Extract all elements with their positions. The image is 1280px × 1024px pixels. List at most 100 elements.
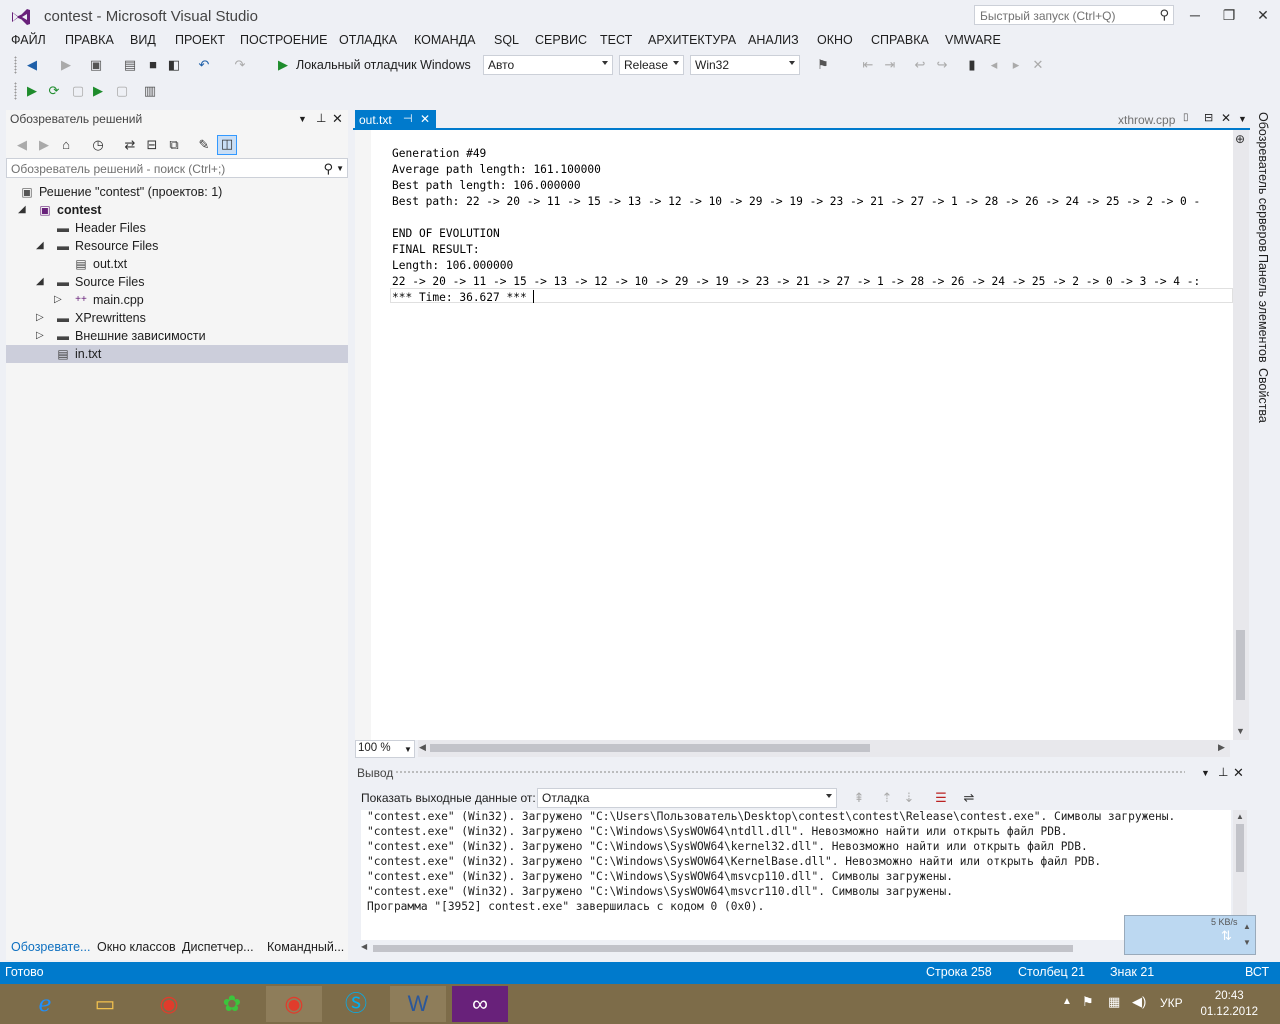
prev-bookmark-icon[interactable]: ◂	[986, 57, 1002, 73]
run-icon[interactable]: ▶	[90, 83, 106, 99]
menu-analyze[interactable]: АНАЛИЗ	[748, 33, 799, 47]
menu-help[interactable]: СПРАВКА	[871, 33, 929, 47]
rebuild-icon[interactable]: ⟳	[46, 83, 62, 99]
menu-sql[interactable]: SQL	[494, 33, 519, 47]
tree-item-external-deps[interactable]: ▷ ▬ Внешние зависимости	[6, 327, 348, 345]
expand-arrow-icon[interactable]: ◢	[36, 276, 44, 287]
file-explorer-icon[interactable]: ▭	[77, 986, 133, 1022]
menu-view[interactable]: ВИД	[130, 33, 156, 47]
word-wrap-icon[interactable]: ⇌	[961, 790, 977, 806]
scroll-left-icon[interactable]: ◀	[361, 942, 367, 951]
collapsed-arrow-icon[interactable]: ▷	[54, 294, 62, 305]
menu-edit[interactable]: ПРАВКА	[65, 33, 114, 47]
close-icon[interactable]: ✕	[332, 111, 343, 127]
menu-project[interactable]: ПРОЕКТ	[175, 33, 225, 47]
tab-team-explorer[interactable]: Командный...	[267, 940, 344, 954]
configuration-combo[interactable]: Release	[619, 55, 684, 75]
collapse-all-icon[interactable]: ⊟	[144, 137, 160, 153]
history-icon[interactable]: ◷	[90, 137, 106, 153]
cancel-build-icon[interactable]: ▢	[114, 83, 130, 99]
tab-xthrow-cpp[interactable]: xthrow.cpp	[1118, 113, 1175, 127]
tab-toolbox[interactable]: Панель элементов	[1256, 254, 1270, 363]
pin-icon[interactable]: ⊥	[316, 111, 326, 125]
debugger-button[interactable]: Локальный отладчик Windows	[296, 58, 471, 72]
tree-item-header-files[interactable]: ▬ Header Files	[6, 219, 348, 237]
properties-icon[interactable]: ✎	[196, 137, 212, 153]
close-window-button[interactable]: ✕	[1248, 4, 1278, 26]
next-bookmark-icon[interactable]: ▸	[1008, 57, 1024, 73]
solution-search-input[interactable]: Обозреватель решений - поиск (Ctrl+;) ⚲ …	[6, 158, 348, 178]
bookmark-icon[interactable]: ▮	[964, 57, 980, 73]
editor-vertical-scrollbar[interactable]: ⊕ ▼	[1233, 130, 1249, 740]
text-editor[interactable]: Generation #49 Average path length: 161.…	[355, 130, 1233, 740]
save-icon[interactable]: ■	[145, 57, 161, 73]
back-icon[interactable]: ◀	[14, 137, 30, 153]
undo-icon[interactable]: ↶	[196, 57, 212, 73]
menu-test[interactable]: ТЕСТ	[600, 33, 632, 47]
skype-icon[interactable]: Ⓢ	[328, 986, 384, 1022]
flag-icon[interactable]: ⚑	[1082, 994, 1094, 1010]
collapsed-arrow-icon[interactable]: ▷	[36, 330, 44, 341]
build-icon[interactable]: ▶	[24, 83, 40, 99]
tree-item-in-txt[interactable]: ▤ in.txt	[6, 345, 348, 363]
internet-explorer-icon[interactable]: ℯ	[17, 986, 73, 1022]
tab-dropdown-icon[interactable]: ▼	[1238, 114, 1247, 124]
tree-item-xprewrittens[interactable]: ▷ ▬ XPrewrittens	[6, 309, 348, 327]
tree-item-resource-files[interactable]: ◢ ▬ Resource Files	[6, 237, 348, 255]
show-all-files-icon[interactable]: ⧉	[166, 137, 182, 153]
scroll-thumb[interactable]	[373, 945, 1073, 952]
scroll-thumb[interactable]	[1236, 824, 1244, 872]
start-debug-icon[interactable]: ▶	[275, 57, 291, 73]
maximize-button[interactable]: ❐	[1214, 4, 1244, 26]
menu-debug[interactable]: ОТЛАДКА	[339, 33, 397, 47]
tree-item-source-files[interactable]: ◢ ▬ Source Files	[6, 273, 348, 291]
clear-all-icon[interactable]: ☰	[933, 790, 949, 806]
next-message-icon[interactable]: ⇣	[901, 790, 917, 806]
new-project-icon[interactable]: ▣	[88, 57, 104, 73]
scroll-right-icon[interactable]: ▶	[1218, 742, 1225, 753]
scroll-thumb[interactable]	[430, 744, 870, 752]
menu-tools[interactable]: СЕРВИС	[535, 33, 587, 47]
tab-class-view[interactable]: Окно классов	[97, 940, 176, 954]
split-icon[interactable]: ⊕	[1235, 132, 1245, 146]
network-icon[interactable]: ▦	[1108, 994, 1120, 1010]
toolbar-grip[interactable]	[14, 56, 17, 74]
close-tab-icon[interactable]: ✕	[420, 112, 430, 126]
panel-grip[interactable]	[395, 770, 1185, 775]
tree-item-project[interactable]: ◢ ▣ contest	[6, 201, 348, 219]
tree-item-solution[interactable]: ▣ Решение "contest" (проектов: 1)	[6, 183, 348, 201]
tab-property-manager[interactable]: Диспетчер...	[182, 940, 254, 954]
promote-tab-icon[interactable]: ⊟	[1204, 111, 1213, 124]
clock[interactable]: 20:43 01.12.2012	[1200, 988, 1258, 1020]
search-icon[interactable]: ⚲	[1159, 7, 1169, 23]
forward-icon[interactable]: ▶	[58, 57, 74, 73]
menu-build[interactable]: ПОСТРОЕНИЕ	[240, 33, 327, 47]
build-project-icon[interactable]: ▢	[70, 83, 86, 99]
minimize-button[interactable]: ─	[1180, 4, 1210, 26]
editor-horizontal-scrollbar[interactable]: ◀ ▶	[418, 740, 1230, 757]
find-icon[interactable]: ⚑	[815, 57, 831, 73]
tree-item-main-cpp[interactable]: ▷ ++ main.cpp	[6, 291, 348, 309]
close-tab-icon[interactable]: ✕	[1221, 111, 1231, 125]
comment-icon[interactable]: ↩	[912, 57, 928, 73]
configuration-manager-icon[interactable]: ▥	[142, 83, 158, 99]
close-icon[interactable]: ✕	[1233, 765, 1244, 781]
search-icon[interactable]: ⚲	[323, 161, 333, 177]
tab-out-txt[interactable]: out.txt ⊣ ✕	[355, 110, 436, 130]
tree-item-out-txt[interactable]: ▤ out.txt	[6, 255, 348, 273]
pin-icon[interactable]: ⊥	[1218, 765, 1228, 779]
output-source-combo[interactable]: Отладка	[537, 788, 837, 808]
sync-icon[interactable]: ⇄	[122, 137, 138, 153]
show-hidden-icons-icon[interactable]: ▲	[1062, 996, 1072, 1007]
redo-icon[interactable]: ↷	[232, 57, 248, 73]
uncomment-icon[interactable]: ↪	[934, 57, 950, 73]
preview-icon[interactable]: ◫	[217, 135, 237, 155]
expand-arrow-icon[interactable]: ◢	[18, 204, 26, 215]
menu-window[interactable]: ОКНО	[817, 33, 853, 47]
menu-team[interactable]: КОМАНДА	[414, 33, 475, 47]
solution-mode-combo[interactable]: Авто	[483, 55, 613, 75]
icq-icon[interactable]: ✿	[204, 986, 260, 1022]
chevron-down-icon[interactable]: ▼	[336, 164, 344, 173]
language-indicator[interactable]: УКР	[1160, 996, 1183, 1010]
save-all-icon[interactable]: ◧	[166, 57, 182, 73]
